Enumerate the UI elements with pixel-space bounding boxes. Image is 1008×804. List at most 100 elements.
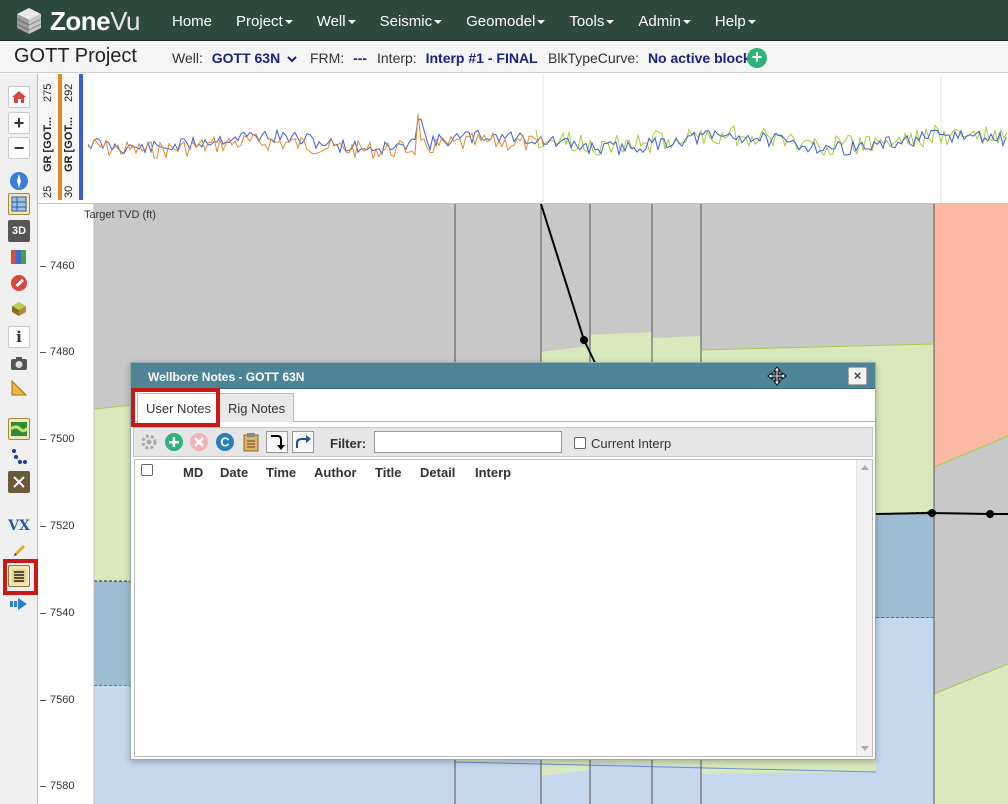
horizon-button[interactable] xyxy=(8,418,30,440)
scroll-up-icon[interactable] xyxy=(861,465,869,470)
cube-3d-icon: 3D xyxy=(11,225,27,237)
paste-note-button[interactable] xyxy=(240,431,262,453)
caret-down-icon xyxy=(747,20,756,25)
vx-button[interactable]: VX xyxy=(8,515,30,537)
column-author[interactable]: Author xyxy=(314,465,357,480)
zoom-in-button[interactable]: + xyxy=(8,112,30,134)
arrow-right-icon xyxy=(10,598,27,610)
filter-input[interactable] xyxy=(374,431,562,453)
column-detail[interactable]: Detail xyxy=(420,465,455,480)
grid-view-button[interactable] xyxy=(8,193,30,215)
interp-label: Interp: xyxy=(377,50,417,66)
caret-down-icon xyxy=(682,20,691,25)
notes-tabs: User Notes Rig Notes xyxy=(131,390,875,423)
column-md[interactable]: MD xyxy=(183,465,203,480)
well-selector[interactable]: Well: GOTT 63N xyxy=(172,50,297,66)
camera-icon xyxy=(11,357,27,370)
log-track-labels: 25 275 GR [GOT... 30 292 GR [GOT... xyxy=(38,74,84,200)
grid-cube-button[interactable] xyxy=(8,298,30,320)
nav-tools[interactable]: Tools xyxy=(557,0,626,41)
nav-home[interactable]: Home xyxy=(160,0,224,41)
main-menu: Home Project Well Seismic Geomodel Tools… xyxy=(160,0,768,41)
export-note-button[interactable] xyxy=(292,431,314,453)
nav-geomodel[interactable]: Geomodel xyxy=(454,0,557,41)
blk-type-curve[interactable]: BlkTypeCurve: No active block xyxy=(548,50,751,66)
ruler-icon xyxy=(11,379,28,396)
view-3d-button[interactable]: 3D xyxy=(8,220,30,242)
plus-icon: + xyxy=(13,112,25,133)
close-button[interactable]: × xyxy=(848,367,867,385)
copy-icon: C xyxy=(216,433,234,451)
compass-button[interactable] xyxy=(8,170,30,192)
export-arrow-button[interactable] xyxy=(8,593,30,615)
axis-title: Target TVD (ft) xyxy=(84,209,156,221)
logo-cube-icon xyxy=(14,6,44,36)
pencil-icon xyxy=(14,545,25,556)
curve2-scale-min: 30 xyxy=(63,185,75,198)
fault-button[interactable] xyxy=(8,471,30,493)
export-icon xyxy=(296,435,311,448)
nav-help[interactable]: Help xyxy=(703,0,768,41)
curve1-scale-min: 25 xyxy=(42,185,54,198)
notes-grid: MD Date Time Author Title Detail Interp xyxy=(134,459,873,757)
notes-button-highlight xyxy=(3,559,38,595)
camera-button[interactable] xyxy=(8,352,30,374)
left-toolbar: + − 3D i VX xyxy=(0,74,38,804)
close-icon: × xyxy=(853,368,862,383)
map-button[interactable] xyxy=(8,246,30,268)
nav-project[interactable]: Project xyxy=(224,0,305,41)
fault-icon xyxy=(13,476,25,488)
column-title[interactable]: Title xyxy=(375,465,402,480)
ruler-button[interactable] xyxy=(8,377,30,399)
frm-value: --- xyxy=(353,50,368,66)
log-curve-1 xyxy=(87,113,545,160)
zoom-out-button[interactable]: − xyxy=(8,137,30,159)
blk-label: BlkTypeCurve: xyxy=(548,50,640,66)
copy-note-button[interactable]: C xyxy=(214,431,236,453)
column-date[interactable]: Date xyxy=(220,465,248,480)
dots-button[interactable] xyxy=(8,445,30,467)
dialog-header[interactable]: Wellbore Notes - GOTT 63N × xyxy=(131,363,875,389)
home-icon xyxy=(12,91,26,103)
scatter-dots-icon xyxy=(12,449,27,464)
import-note-button[interactable] xyxy=(266,431,288,453)
grid-cube-icon xyxy=(12,302,26,316)
delete-note-button[interactable] xyxy=(188,431,210,453)
interp-value: Interp #1 - FINAL xyxy=(425,50,538,66)
well-label: Well: xyxy=(172,50,203,66)
add-note-button[interactable] xyxy=(163,431,185,453)
nav-seismic[interactable]: Seismic xyxy=(368,0,455,41)
nav-admin[interactable]: Admin xyxy=(626,0,703,41)
column-time[interactable]: Time xyxy=(266,465,296,480)
move-cursor-icon[interactable] xyxy=(767,366,787,386)
scroll-down-icon[interactable] xyxy=(861,746,869,751)
filter-label: Filter: xyxy=(330,436,367,451)
current-interp-checkbox[interactable] xyxy=(574,437,586,449)
log-track: 25 275 GR [GOT... 30 292 GR [GOT... xyxy=(38,74,1008,204)
top-navbar: ZoneVu Home Project Well Seismic Geomode… xyxy=(0,0,1008,41)
well-value: GOTT 63N xyxy=(211,50,281,66)
compass-icon xyxy=(10,172,28,190)
grid-scrollbar[interactable] xyxy=(856,460,872,756)
wrench-button[interactable] xyxy=(8,272,30,294)
dialog-title: Wellbore Notes - GOTT 63N xyxy=(148,370,305,384)
tab-rig-notes[interactable]: Rig Notes xyxy=(219,393,295,422)
frm-selector[interactable]: FRM: --- xyxy=(310,50,367,66)
svg-text:C: C xyxy=(220,435,230,450)
zonevu-logo[interactable]: ZoneVu xyxy=(14,5,140,37)
select-all-checkbox[interactable] xyxy=(141,464,153,476)
settings-icon[interactable] xyxy=(138,431,160,453)
nav-well[interactable]: Well xyxy=(305,0,368,41)
curve1-scale-max: 275 xyxy=(42,83,54,102)
add-block-button[interactable]: + xyxy=(747,48,767,68)
map-icon xyxy=(11,250,26,264)
column-interp[interactable]: Interp xyxy=(475,465,511,480)
project-bar: GOTT Project Well: GOTT 63N FRM: --- Int… xyxy=(0,41,1008,73)
project-title: GOTT Project xyxy=(14,45,137,67)
interp-selector[interactable]: Interp: Interp #1 - FINAL xyxy=(377,50,538,66)
grid-header: MD Date Time Author Title Detail Interp xyxy=(135,460,857,482)
info-button[interactable]: i xyxy=(8,326,30,348)
home-view-button[interactable] xyxy=(8,86,30,108)
add-icon xyxy=(165,433,183,451)
info-icon: i xyxy=(16,328,22,346)
